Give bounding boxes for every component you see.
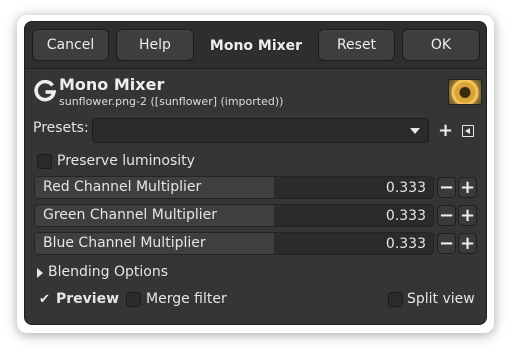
preview-check-icon[interactable]: ✔ <box>39 293 50 307</box>
cancel-button[interactable]: Cancel <box>32 29 109 61</box>
red-minus-button[interactable]: − <box>437 177 456 198</box>
blue-channel-spinscale[interactable]: Blue Channel Multiplier 0.333 <box>34 232 434 255</box>
presets-menu-icon[interactable] <box>462 125 474 137</box>
red-channel-value[interactable]: 0.333 <box>386 180 426 196</box>
blending-options-expander[interactable]: Blending Options <box>48 264 168 280</box>
red-plus-button[interactable]: + <box>458 177 477 198</box>
help-button[interactable]: Help <box>116 29 194 61</box>
green-channel-label: Green Channel Multiplier <box>43 207 218 223</box>
green-channel-value[interactable]: 0.333 <box>386 208 426 224</box>
blue-minus-button[interactable]: − <box>437 233 456 254</box>
green-channel-spinscale[interactable]: Green Channel Multiplier 0.333 <box>34 204 434 227</box>
header-bar: Cancel Help Mono Mixer Reset OK <box>25 22 486 69</box>
merge-filter-checkbox[interactable] <box>126 292 141 307</box>
blue-plus-button[interactable]: + <box>458 233 477 254</box>
image-thumbnail <box>448 79 482 105</box>
merge-filter-label: Merge filter <box>146 291 227 307</box>
dialog-title: Mono Mixer <box>209 37 303 54</box>
red-channel-spinscale[interactable]: Red Channel Multiplier 0.333 <box>34 176 434 199</box>
presets-add-icon[interactable]: + <box>438 122 453 140</box>
operation-title: Mono Mixer <box>59 75 165 94</box>
green-plus-button[interactable]: + <box>458 205 477 226</box>
chevron-down-icon <box>410 128 420 134</box>
green-minus-button[interactable]: − <box>437 205 456 226</box>
blue-channel-value[interactable]: 0.333 <box>386 236 426 252</box>
operation-subtitle: sunflower.png-2 ([sunflower] (imported)) <box>59 95 284 108</box>
ok-button[interactable]: OK <box>402 29 480 61</box>
preserve-luminosity-label: Preserve luminosity <box>57 153 195 169</box>
presets-label: Presets: <box>33 120 89 136</box>
split-view-label: Split view <box>407 291 475 307</box>
split-view-checkbox[interactable] <box>388 292 403 307</box>
preserve-luminosity-checkbox[interactable] <box>37 154 52 169</box>
preview-label[interactable]: Preview <box>56 291 119 307</box>
blue-channel-label: Blue Channel Multiplier <box>43 235 206 251</box>
triangle-right-icon[interactable] <box>37 268 43 278</box>
red-channel-label: Red Channel Multiplier <box>43 179 202 195</box>
gimp-logo-icon <box>34 79 57 102</box>
reset-button[interactable]: Reset <box>318 29 395 61</box>
mono-mixer-dialog: Cancel Help Mono Mixer Reset OK Mono Mix… <box>24 21 487 325</box>
presets-combo[interactable] <box>92 118 429 143</box>
